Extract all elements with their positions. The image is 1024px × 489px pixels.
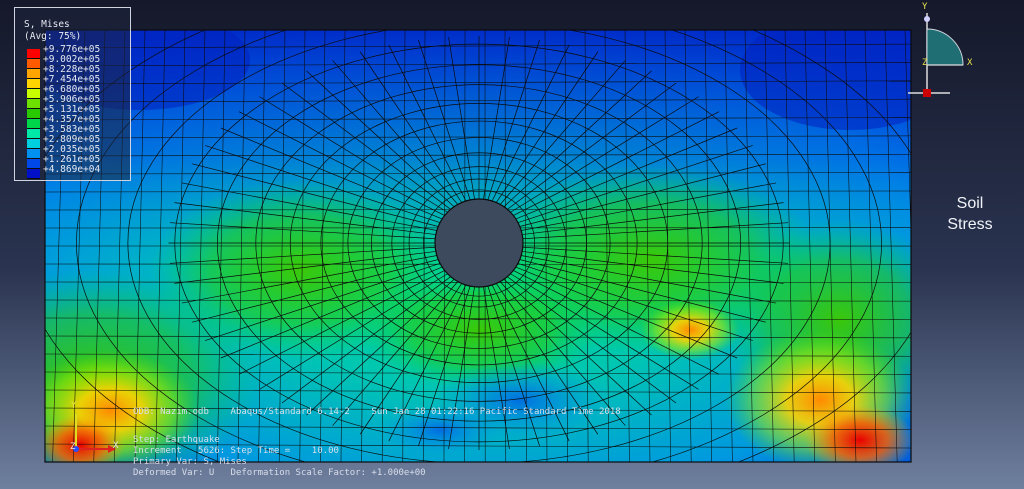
view-orientation-triad[interactable] xyxy=(908,13,964,97)
legend-swatch xyxy=(27,99,40,109)
legend-values: +9.776e+05 +9.002e+05 +8.228e+05 +7.454e… xyxy=(43,45,100,175)
legend-swatch xyxy=(27,109,40,119)
origin-triad-x-label: X xyxy=(113,441,119,451)
step-info: Step: Earthquake xyxy=(133,435,220,445)
view-triad-y-label: Y xyxy=(922,2,928,12)
legend-swatch xyxy=(27,89,40,99)
legend-swatch xyxy=(27,79,40,89)
legend-swatch xyxy=(27,49,40,59)
legend-swatch xyxy=(27,149,40,159)
stress-legend[interactable]: S, Mises (Avg: 75%) +9.776e+05 +9.002e+0… xyxy=(14,7,131,181)
soil-stress-label: Soil Stress xyxy=(938,193,1002,235)
legend-swatch xyxy=(27,59,40,69)
legend-color-bar xyxy=(27,49,40,179)
legend-variable: S, Mises xyxy=(24,19,70,30)
legend-swatch xyxy=(27,129,40,139)
legend-swatch xyxy=(27,159,40,169)
legend-averaging: (Avg: 75%) xyxy=(24,31,82,42)
origin-triad-y-label: Y xyxy=(71,401,77,411)
primary-var-info: Primary Var: S, Mises xyxy=(133,457,247,467)
mesh-line xyxy=(45,30,101,31)
view-triad-z-label: Z xyxy=(922,58,928,68)
model-viewport[interactable]: S, Mises (Avg: 75%) +9.776e+05 +9.002e+0… xyxy=(0,0,1024,489)
soil-stress-line: Stress xyxy=(947,216,993,233)
legend-swatch xyxy=(27,169,40,179)
origin-triad-z-label: Z xyxy=(70,442,76,452)
odb-info: ODB: Nazim.odb Abaqus/Standard 6.14-2 Su… xyxy=(133,407,621,417)
legend-swatch xyxy=(27,119,40,129)
view-triad-x-label: X xyxy=(967,58,973,68)
legend-value: +4.869e+04 xyxy=(43,164,101,175)
increment-info: Increment 5626: Step Time = 10.00 xyxy=(133,446,339,456)
legend-swatch xyxy=(27,69,40,79)
legend-swatch xyxy=(27,139,40,149)
tunnel-opening xyxy=(434,198,524,288)
deformed-var-info: Deformed Var: U Deformation Scale Factor… xyxy=(133,468,426,478)
soil-stress-line: Soil xyxy=(956,195,984,212)
